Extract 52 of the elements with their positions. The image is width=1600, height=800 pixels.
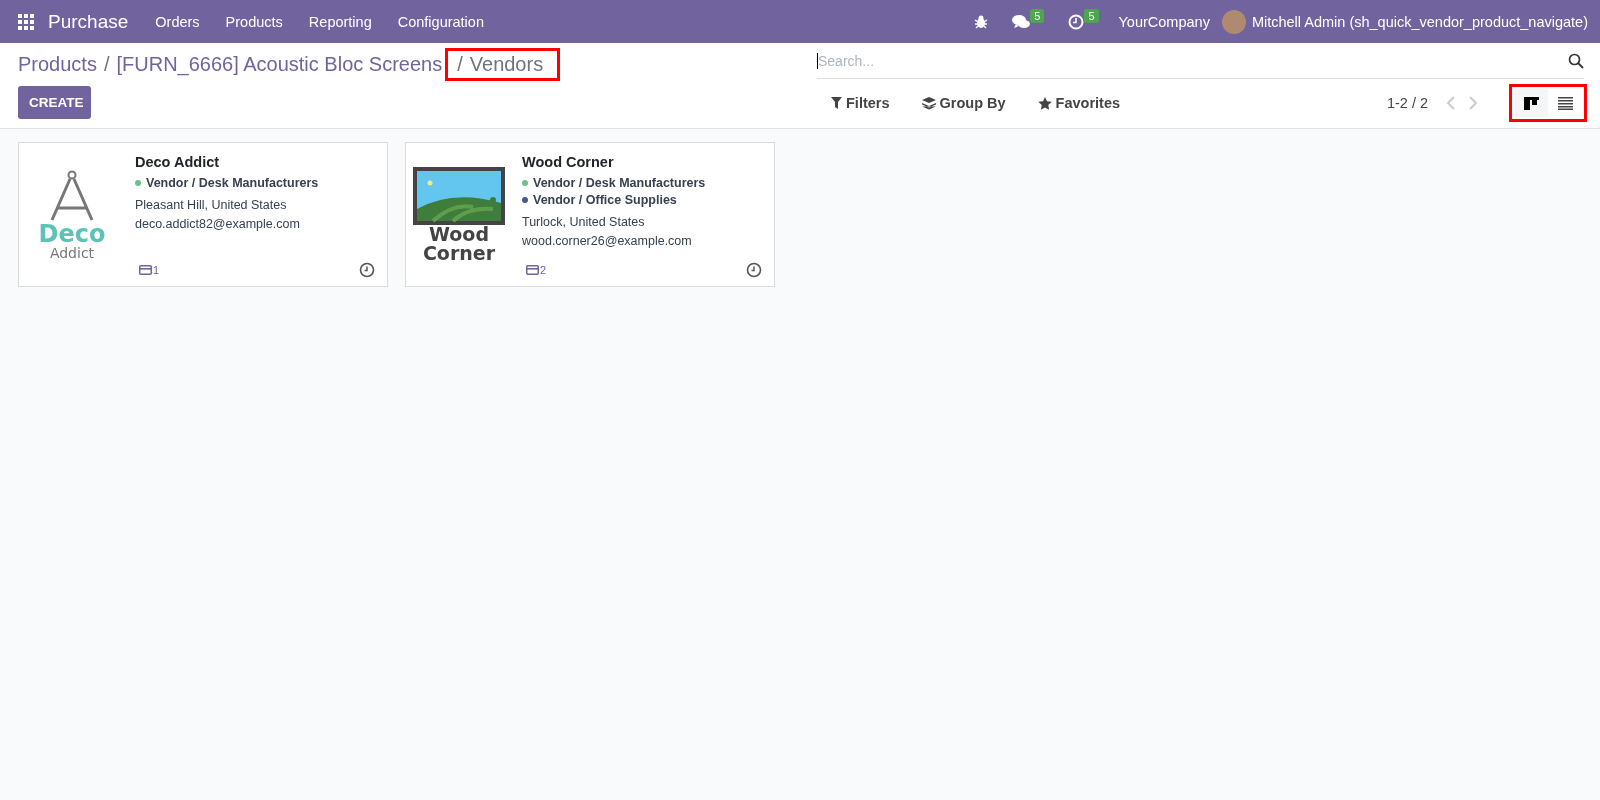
vendor-tag: Vendor / Office Supplies	[533, 193, 677, 207]
bug-icon[interactable]	[974, 14, 989, 29]
breadcrumb: Vendors	[469, 52, 544, 75]
search-icon[interactable]	[1568, 53, 1584, 70]
kanban-icon	[1523, 96, 1539, 110]
activity-count-badge: 5	[1084, 8, 1099, 23]
vendor-card[interactable]: Deco Addict Deco Addict Vendor / Desk Manufacturers Pleasant Hill, United States deco.addict82@example.com 1	[18, 142, 388, 287]
list-icon	[1557, 96, 1573, 110]
bank-account-count: 1	[153, 264, 160, 276]
vendor-tag: Vendor / Desk Manufacturers	[533, 176, 706, 190]
menu-item[interactable]: Reporting	[295, 13, 385, 30]
vendor-tag: Vendor / Desk Manufacturers	[146, 176, 319, 190]
vendor-card[interactable]: Wood Corner Wood Corner Vendor / Desk Manufacturers Vendor / Office Supplies Turlock, United States wood.corner26@example.com 2	[405, 142, 775, 287]
breadcrumb[interactable]: [FURN_6666] Acoustic Bloc Screens	[116, 52, 443, 76]
filter-icon	[831, 97, 842, 110]
breadcrumb-separator: /	[103, 52, 110, 76]
vendor-name: Wood Corner	[522, 154, 615, 170]
landscape-picture-icon	[413, 166, 505, 225]
chat-icon[interactable]	[1012, 13, 1031, 30]
menu-item[interactable]: Configuration	[384, 13, 497, 30]
star-icon	[1037, 96, 1052, 110]
menu-item[interactable]: Products	[212, 13, 296, 30]
apps-grid-icon[interactable]	[18, 13, 34, 30]
vendor-name: Deco Addict	[135, 154, 221, 170]
logo-text: Wood	[429, 224, 489, 244]
breadcrumb-separator: /	[457, 52, 463, 75]
message-count-badge: 5	[1030, 8, 1045, 23]
vendor-location: Pleasant Hill, United States	[135, 198, 288, 212]
user-menu[interactable]: Mitchell Admin (sh_quick_vendor_product_navigate)	[1251, 13, 1588, 30]
company-switcher[interactable]: YourCompany	[1118, 13, 1210, 30]
logo-text: Corner	[422, 243, 496, 263]
vendor-email: wood.corner26@example.com	[522, 234, 693, 248]
logo-text: Deco	[38, 221, 106, 246]
kanban-view-button[interactable]	[1514, 89, 1548, 118]
search-option-button[interactable]: Filters	[825, 94, 896, 113]
bank-card-icon	[526, 265, 539, 275]
logo-text: Addict	[49, 245, 95, 260]
breadcrumb[interactable]: Products	[18, 52, 97, 76]
app-name[interactable]: Purchase	[48, 10, 129, 33]
search-option-button[interactable]: Group By	[915, 94, 1012, 113]
clock-icon[interactable]	[746, 262, 762, 278]
create-button[interactable]: CREATE	[18, 86, 91, 119]
bank-account-count: 2	[540, 264, 547, 276]
vendor-email: deco.addict82@example.com	[135, 217, 301, 231]
vendor-location: Turlock, United States	[522, 215, 646, 229]
clock-icon[interactable]	[359, 262, 375, 278]
compass-icon	[49, 169, 95, 222]
layers-icon	[921, 96, 936, 110]
menu-item[interactable]: Orders	[142, 13, 213, 30]
search-option-button[interactable]: Favorites	[1031, 94, 1127, 113]
pager-value[interactable]: 1-2 / 2	[1386, 95, 1428, 112]
bank-card-icon	[139, 265, 152, 275]
